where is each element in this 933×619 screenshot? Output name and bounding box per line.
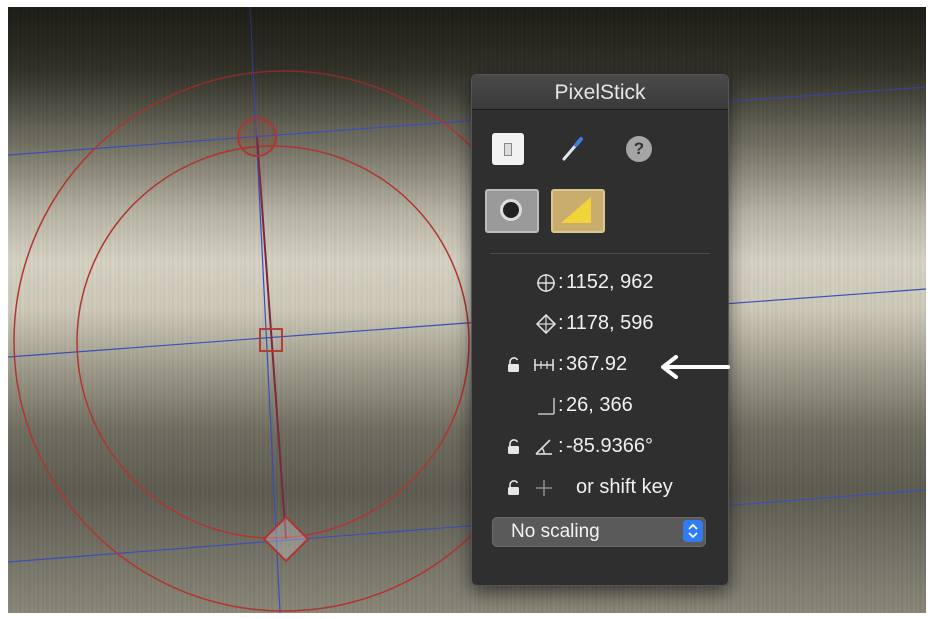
measurement-overlay [8, 7, 926, 613]
delta-xy-icon [538, 398, 555, 415]
angle-icon [535, 439, 552, 455]
camera-protractor-icon[interactable] [551, 189, 605, 233]
readout-value: -85.9366° [566, 435, 653, 457]
end-point-handle[interactable] [262, 515, 310, 563]
readout-value: 367.92 [566, 353, 628, 375]
unlock-icon[interactable] [506, 357, 522, 373]
guide-line [8, 489, 926, 563]
toggle-icon[interactable] [492, 133, 524, 165]
pixelstick-panel: PixelStick ? 1152, 962 : 1178, 596 : 367… [471, 74, 729, 586]
readout-value: or shift key [576, 476, 673, 498]
image-canvas[interactable] [8, 7, 926, 613]
divider [490, 253, 710, 254]
panel-title[interactable]: PixelStick [472, 75, 728, 110]
readout-start-point: 1152, 962 : [472, 269, 728, 297]
guide-line [249, 7, 281, 613]
readout-value: 1152, 962 [566, 271, 654, 293]
chevron-updown-icon[interactable] [683, 520, 703, 542]
crosshair-plus-icon [536, 480, 552, 496]
readout-delta: 26, 366 : [472, 392, 728, 420]
start-point-handle[interactable] [237, 117, 277, 157]
camera-icon[interactable] [485, 189, 539, 233]
unlock-icon[interactable] [506, 480, 522, 496]
guide-line [8, 288, 926, 358]
readout-value: 1178, 596 [566, 312, 654, 334]
distance-ruler-icon [534, 359, 554, 371]
readout-angle: -85.9366° : [472, 433, 728, 461]
unlock-icon[interactable] [506, 439, 522, 455]
help-button[interactable]: ? [626, 136, 652, 162]
readout-end-point: 1178, 596 : [472, 310, 728, 338]
guide-line [8, 86, 926, 156]
crosshair-circle-icon [537, 274, 555, 292]
scaling-select-value: No scaling [511, 521, 600, 542]
crosshair-diamond-icon [535, 313, 557, 335]
readout-constrain: or shift key [472, 474, 728, 502]
readout-value: 26, 366 [566, 394, 633, 416]
left-arrow-icon [661, 355, 730, 379]
scaling-select[interactable]: No scaling [492, 517, 706, 547]
eyedropper-icon[interactable] [556, 133, 588, 165]
